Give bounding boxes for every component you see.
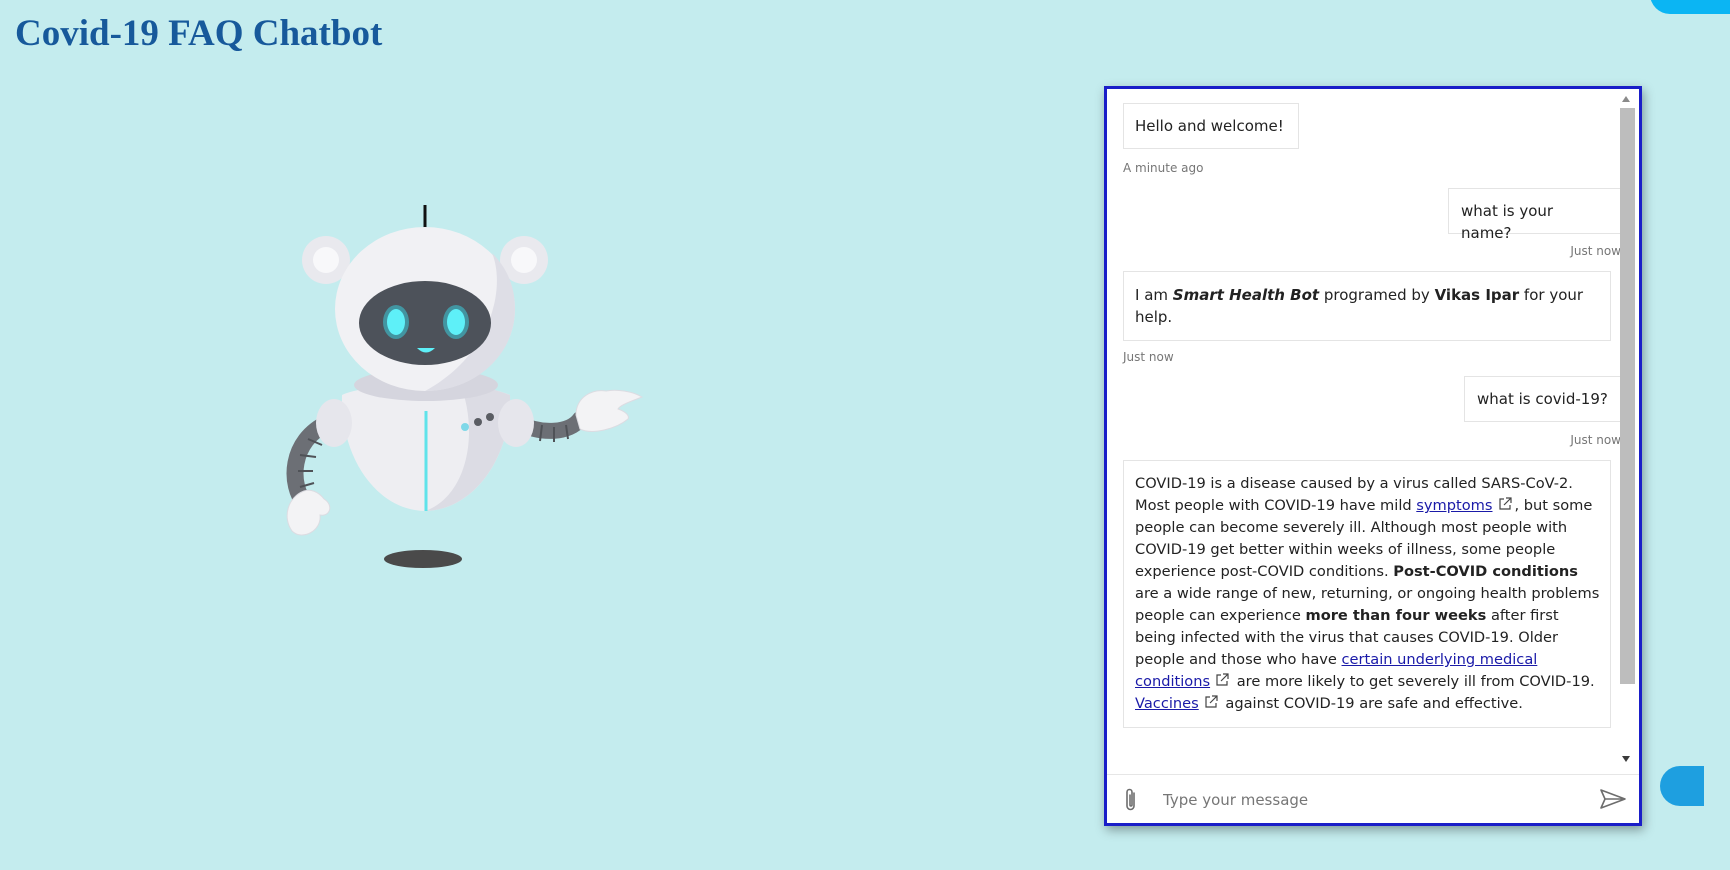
message-text: are more likely to get severely ill from… [1232, 673, 1595, 690]
message-text: against COVID-19 are safe and effective. [1220, 695, 1523, 712]
scrollbar-thumb[interactable] [1620, 108, 1635, 684]
message-text: I am [1135, 286, 1173, 304]
external-link-icon [1216, 673, 1229, 686]
bot-message: COVID-19 is a disease caused by a virus … [1123, 460, 1611, 728]
author-name: Vikas Ipar [1434, 286, 1520, 304]
scroll-up-icon[interactable] [1622, 96, 1630, 102]
user-message: what is your name? [1448, 188, 1621, 242]
robot-illustration [286, 205, 644, 568]
message-composer [1107, 774, 1639, 823]
message-input[interactable] [1161, 783, 1565, 817]
message-text: programed by [1319, 286, 1435, 304]
vaccines-link[interactable]: Vaccines [1135, 695, 1199, 712]
corner-decoration [1650, 0, 1730, 14]
message-text: what is your name? [1461, 202, 1554, 242]
message-body: COVID-19 is a disease caused by a virus … [1135, 473, 1600, 715]
page-title: Covid-19 FAQ Chatbot [15, 13, 383, 54]
bot-name: Smart Health Bot [1172, 286, 1320, 304]
message-text: Hello and welcome! [1135, 117, 1284, 135]
scroll-down-icon[interactable] [1622, 756, 1630, 762]
message-timestamp: Just now [1570, 244, 1621, 258]
message-bold-text: more than four weeks [1305, 607, 1487, 624]
symptoms-link[interactable]: symptoms [1416, 497, 1492, 514]
message-timestamp: A minute ago [1123, 161, 1204, 175]
message-bold-text: Post-COVID conditions [1393, 563, 1578, 580]
external-link-icon [1498, 497, 1512, 510]
page: Covid-19 FAQ Chatbot Hello and welcome! … [0, 0, 1730, 870]
message-timestamp: Just now [1570, 433, 1621, 447]
chat-transcript[interactable]: Hello and welcome! A minute ago what is … [1107, 89, 1621, 771]
chat-launcher-button[interactable] [1660, 766, 1704, 806]
user-message: what is covid-19? [1464, 376, 1621, 422]
send-icon[interactable] [1599, 787, 1627, 811]
bot-message: Hello and welcome! [1123, 103, 1299, 149]
bot-message: I am Smart Health Bot programed by Vikas… [1123, 271, 1611, 341]
chat-window: Hello and welcome! A minute ago what is … [1104, 86, 1642, 826]
transcript-scrollbar[interactable] [1620, 94, 1635, 764]
message-text: what is covid-19? [1477, 390, 1608, 408]
message-timestamp: Just now [1123, 350, 1174, 364]
external-link-icon [1205, 695, 1218, 708]
paperclip-icon[interactable] [1121, 787, 1141, 813]
